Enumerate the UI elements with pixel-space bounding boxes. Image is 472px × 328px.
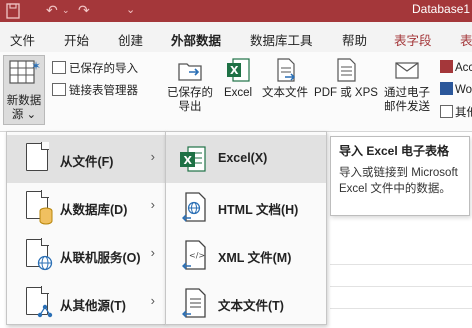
svg-text:X: X bbox=[184, 154, 193, 167]
submenu-item-xml-file[interactable]: </> XML 文件(M) bbox=[166, 231, 326, 279]
export-word-button[interactable]: Wo bbox=[440, 82, 472, 96]
svg-text:</>: </> bbox=[189, 251, 205, 260]
tooltip-title: 导入 Excel 电子表格 bbox=[339, 144, 450, 158]
ribbon: ✶ 新数据 源 ⌄ 已保存的导入 链接表管理器 已保存的 导出 X Excel bbox=[0, 52, 472, 132]
menu-item-from-database[interactable]: 从数据库(D) › bbox=[7, 183, 165, 231]
grid-line bbox=[330, 286, 472, 287]
new-data-source-label: 新数据 源 ⌄ bbox=[6, 95, 42, 121]
excel-icon: X bbox=[180, 146, 206, 172]
chevron-right-icon: › bbox=[150, 293, 155, 308]
grid-line bbox=[330, 264, 472, 265]
export-excel-button[interactable]: X Excel bbox=[220, 56, 256, 100]
tab-file[interactable]: 文件 bbox=[10, 30, 35, 49]
database-cylinder-icon bbox=[39, 207, 53, 225]
grid-line bbox=[330, 308, 472, 309]
export-more-button[interactable]: 其他 bbox=[440, 104, 472, 120]
customize-quick-access-icon[interactable]: ⌄ bbox=[126, 1, 135, 19]
undo-icon[interactable]: ↶ bbox=[46, 1, 58, 19]
tab-home[interactable]: 开始 bbox=[64, 30, 89, 49]
menu-item-from-file[interactable]: 从文件(F) › bbox=[7, 135, 165, 183]
submenu-item-excel[interactable]: X Excel(X) bbox=[166, 135, 326, 183]
export-email-button[interactable]: 通过电子 邮件发送 bbox=[380, 56, 434, 114]
submenu-item-text-file[interactable]: 文本文件(T) bbox=[166, 279, 326, 327]
file-icon bbox=[26, 142, 49, 171]
email-icon bbox=[395, 62, 419, 79]
saved-exports-icon bbox=[178, 63, 202, 81]
tab-database-tools[interactable]: 数据库工具 bbox=[250, 30, 313, 49]
saved-imports-button[interactable]: 已保存的导入 bbox=[52, 60, 138, 76]
svg-text:✶: ✶ bbox=[31, 59, 41, 73]
save-icon[interactable] bbox=[6, 2, 20, 20]
linked-table-manager-button[interactable]: 链接表管理器 bbox=[52, 82, 138, 98]
more-icon bbox=[440, 105, 453, 118]
window-title: Database1 bbox=[412, 2, 471, 16]
svg-text:X: X bbox=[230, 64, 239, 77]
export-pdf-xps-button[interactable]: PDF 或 XPS bbox=[313, 56, 379, 100]
chevron-right-icon: › bbox=[150, 197, 155, 212]
xml-file-icon: </> bbox=[182, 240, 206, 270]
tab-table[interactable]: 表 bbox=[460, 30, 472, 49]
menu-item-from-online-services[interactable]: 从联机服务(O) › bbox=[7, 231, 165, 279]
ribbon-tabs: 文件 开始 创建 外部数据 数据库工具 帮助 表字段 表 bbox=[0, 22, 472, 55]
new-data-source-menu: 从文件(F) › 从数据库(D) › 从联机服务(O) › 从其他源(T) › bbox=[6, 131, 166, 325]
redo-icon[interactable]: ↷ bbox=[78, 1, 90, 19]
tab-create[interactable]: 创建 bbox=[118, 30, 143, 49]
chevron-right-icon: › bbox=[150, 149, 155, 164]
tab-external-data[interactable]: 外部数据 bbox=[171, 30, 222, 55]
excel-icon: X bbox=[227, 58, 250, 82]
text-file-icon bbox=[277, 58, 296, 82]
text-file-icon bbox=[182, 288, 206, 318]
access-icon bbox=[440, 60, 453, 73]
submenu-item-html-document[interactable]: HTML 文档(H) bbox=[166, 183, 326, 231]
tooltip-body: 导入或链接到 Microsoft Excel 文件中的数据。 bbox=[339, 167, 458, 195]
connector-icon bbox=[37, 304, 53, 318]
export-text-file-button[interactable]: 文本文件 bbox=[258, 56, 312, 100]
tab-help[interactable]: 帮助 bbox=[342, 30, 367, 49]
tab-table-fields[interactable]: 表字段 bbox=[394, 30, 432, 49]
globe-icon bbox=[37, 255, 53, 271]
export-access-button[interactable]: Acc bbox=[440, 60, 472, 74]
linked-table-manager-icon bbox=[52, 83, 66, 96]
html-document-icon bbox=[182, 192, 206, 222]
from-file-submenu: X Excel(X) HTML 文档(H) </> XML 文件(M) 文本文件… bbox=[165, 131, 327, 325]
new-data-source-icon: ✶ bbox=[9, 59, 41, 84]
menu-item-from-other-sources[interactable]: 从其他源(T) › bbox=[7, 279, 165, 327]
chevron-right-icon: › bbox=[150, 245, 155, 260]
word-icon bbox=[440, 82, 453, 95]
undo-dropdown-icon[interactable]: ⌄ bbox=[62, 1, 70, 19]
pdf-xps-icon bbox=[337, 58, 356, 82]
saved-exports-button[interactable]: 已保存的 导出 bbox=[164, 56, 216, 114]
saved-imports-icon bbox=[52, 61, 66, 74]
new-data-source-button[interactable]: ✶ 新数据 源 ⌄ bbox=[3, 55, 45, 125]
title-bar: ↶ ⌄ ↷ ⌄ Database1 bbox=[0, 0, 472, 22]
excel-import-tooltip: 导入 Excel 电子表格 导入或链接到 Microsoft Excel 文件中… bbox=[330, 136, 470, 216]
